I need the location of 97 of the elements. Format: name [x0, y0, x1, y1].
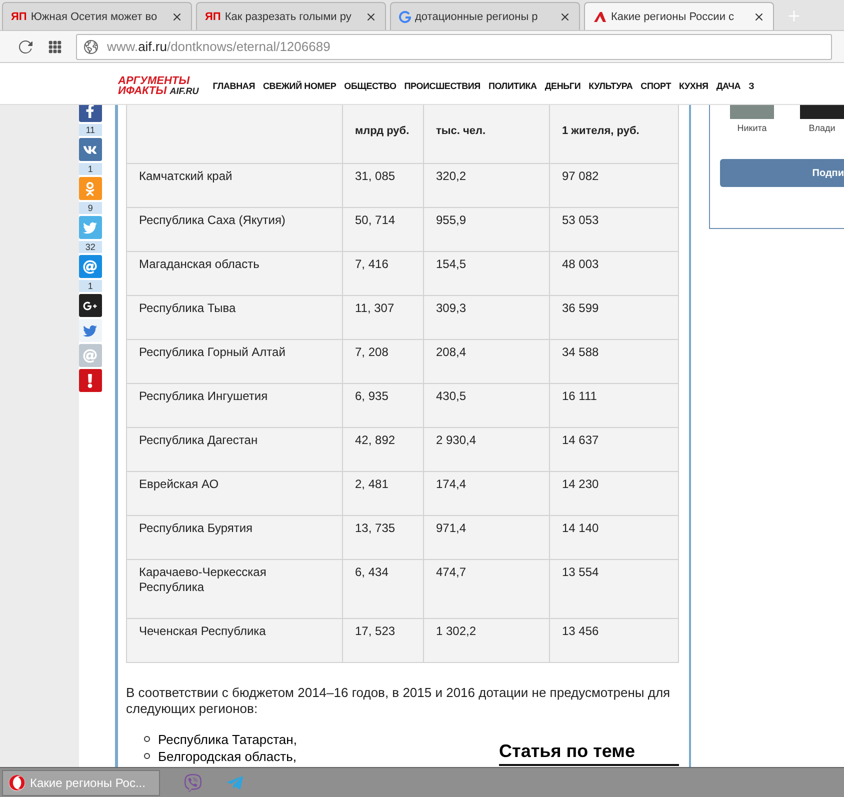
column-header: тыс. чел.: [424, 105, 550, 163]
table-cell: 36 599: [550, 295, 678, 339]
nav-link[interactable]: КУХНЯ: [679, 80, 708, 90]
browser-tab[interactable]: дотационные регионы р: [390, 2, 580, 30]
gplus-share-icon[interactable]: [78, 294, 102, 317]
site-logo[interactable]: АРГУМЕНТЫ ИФАКТЫ AIF.RU: [118, 76, 199, 96]
table-cell: Магаданская область: [126, 251, 342, 295]
alert-share-icon[interactable]: [78, 369, 102, 392]
share-count: 1: [78, 280, 102, 292]
close-icon[interactable]: [559, 10, 571, 22]
table-cell: 430,5: [424, 383, 550, 427]
close-icon[interactable]: [365, 10, 377, 22]
table-cell: 174,4: [424, 471, 550, 515]
table-cell: 1 302,2: [424, 618, 550, 662]
photo-placeholder: [730, 105, 774, 119]
table-cell: 42, 892: [342, 427, 424, 471]
share-count: 32: [78, 241, 102, 253]
table-cell: 50, 714: [342, 207, 424, 251]
table-cell: Республика Бурятия: [126, 515, 342, 559]
table-cell: 320,2: [424, 163, 550, 207]
site-label: ЯП: [205, 10, 221, 22]
column-header: млрд руб.: [342, 105, 424, 163]
table-cell: Чеченская Республика: [126, 618, 342, 662]
nav-link[interactable]: З: [748, 80, 754, 90]
address-field[interactable]: www.aif.ru/dontknows/eternal/1206689: [76, 34, 832, 60]
table-cell: 14 140: [550, 515, 678, 559]
table-cell: 208,4: [424, 339, 550, 383]
table-cell: 34 588: [550, 339, 678, 383]
reload-icon[interactable]: [18, 38, 34, 54]
list-item: Белгородская область,: [158, 748, 296, 764]
table-cell: 48 003: [550, 251, 678, 295]
opera-icon: [9, 774, 25, 790]
nav-link[interactable]: ДЕНЬГИ: [544, 80, 581, 90]
table-cell: Еврейская АО: [126, 471, 342, 515]
bird-share-icon[interactable]: [78, 319, 102, 342]
table-cell: 13 456: [550, 618, 678, 662]
share-count: 9: [78, 202, 102, 214]
table-cell: 97 082: [550, 163, 678, 207]
table-cell: 955,9: [424, 207, 550, 251]
photo-placeholder: [800, 105, 844, 119]
table-cell: 13, 735: [342, 515, 424, 559]
share-count: 1: [78, 163, 102, 175]
table-cell: 14 230: [550, 471, 678, 515]
member-name[interactable]: Никита: [737, 123, 767, 133]
member-name[interactable]: Влади: [808, 123, 836, 133]
table-cell: 2 930,4: [424, 427, 550, 471]
table-cell: Республика Саха (Якутия): [126, 207, 342, 251]
bullet-icon: [144, 736, 150, 742]
table-cell: 7, 208: [342, 339, 424, 383]
table-cell: Республика Ингушетия: [126, 383, 342, 427]
site-logo-icon: [593, 10, 607, 22]
table-cell: 2, 481: [342, 471, 424, 515]
table-cell: 16 111: [550, 383, 678, 427]
table-cell: Камчатский край: [126, 163, 342, 207]
table-cell: 11, 307: [342, 295, 424, 339]
table-cell: Республика Тыва: [126, 295, 342, 339]
close-icon[interactable]: [753, 10, 765, 22]
close-icon[interactable]: [171, 10, 183, 22]
vk-share-icon[interactable]: [78, 138, 102, 161]
google-icon: [399, 10, 411, 22]
table-cell: Республика Горный Алтай: [126, 339, 342, 383]
table-cell: 309,3: [424, 295, 550, 339]
browser-tab[interactable]: ЯП Как разрезать голыми ру: [196, 2, 386, 30]
table-cell: 474,7: [424, 559, 550, 618]
nav-link[interactable]: СПОРТ: [640, 80, 672, 90]
browser-tab[interactable]: Какие регионы России с: [584, 2, 774, 30]
paragraph: В соответствии с бюджетом 2014–16 годов, в 2015 и 2016 дотации не предусмотрены для следующих регионов:: [126, 684, 672, 716]
apps-grid-icon[interactable]: [48, 40, 62, 54]
table-cell: 154,5: [424, 251, 550, 295]
table-cell: 6, 434: [342, 559, 424, 618]
globe-icon[interactable]: [83, 38, 99, 54]
table-cell: 13 554: [550, 559, 678, 618]
table-cell: 17, 523: [342, 618, 424, 662]
table-cell: 7, 416: [342, 251, 424, 295]
nav-link[interactable]: ПРОИСШЕСТВИЯ: [404, 80, 480, 90]
table-cell: 971,4: [424, 515, 550, 559]
table-cell: 31, 085: [342, 163, 424, 207]
subscribe-button[interactable]: Подпи: [720, 159, 844, 187]
nav-link[interactable]: ДАЧА: [716, 80, 741, 90]
share-count: 11: [78, 124, 102, 136]
table-cell: 14 637: [550, 427, 678, 471]
list-item: Республика Татарстан,: [158, 730, 297, 748]
browser-tab[interactable]: ЯП Южная Осетия может во: [2, 2, 192, 30]
bullet-icon: [144, 753, 150, 759]
nav-link[interactable]: КУЛЬТУРА: [588, 80, 633, 90]
table-cell: Карачаево-Черкесская Республика: [126, 559, 342, 618]
mail-share-icon[interactable]: [78, 255, 102, 278]
column-header: 1 жителя, руб.: [550, 105, 678, 163]
nav-link[interactable]: ОБЩЕСТВО: [344, 80, 396, 90]
site-label: ЯП: [11, 10, 27, 22]
table-cell: 53 053: [550, 207, 678, 251]
nav-link[interactable]: ГЛАВНАЯ: [212, 80, 255, 90]
nav-link[interactable]: ПОЛИТИКА: [488, 80, 537, 90]
table-cell: 6, 935: [342, 383, 424, 427]
nav-link[interactable]: СВЕЖИЙ НОМЕР: [262, 80, 336, 90]
facebook-share-icon[interactable]: [78, 105, 102, 122]
table-cell: Республика Дагестан: [126, 427, 342, 471]
